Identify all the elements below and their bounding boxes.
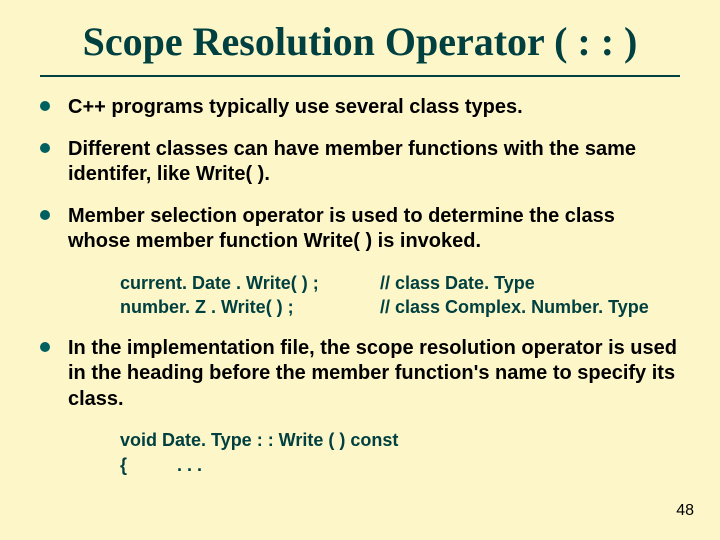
code-line: {. . . [120, 453, 680, 477]
slide-title: Scope Resolution Operator ( : : ) [40, 18, 680, 77]
code-example-2: void Date. Type : : Write ( ) const {. .… [120, 428, 680, 477]
bullet-dot-icon [40, 101, 50, 111]
code-line: number. Z . Write( ) ; // class Complex.… [120, 295, 680, 319]
code-comment: // class Complex. Number. Type [380, 295, 680, 319]
bullet-dot-icon [40, 143, 50, 153]
bullet-2: Different classes can have member functi… [40, 137, 680, 188]
code-example-1: current. Date . Write( ) ; // class Date… [120, 271, 680, 320]
bullet-text: C++ programs typically use several class… [68, 95, 523, 121]
bullet-text: In the implementation file, the scope re… [68, 336, 680, 413]
code-line: current. Date . Write( ) ; // class Date… [120, 271, 680, 295]
bullet-3: Member selection operator is used to det… [40, 204, 680, 255]
code-left: number. Z . Write( ) ; [120, 295, 380, 319]
bullet-1: C++ programs typically use several class… [40, 95, 680, 121]
page-number: 48 [676, 502, 694, 520]
bullet-text: Different classes can have member functi… [68, 137, 680, 188]
bullet-dot-icon [40, 210, 50, 220]
code-comment: // class Date. Type [380, 271, 680, 295]
bullet-dot-icon [40, 342, 50, 352]
bullet-text: Member selection operator is used to det… [68, 204, 680, 255]
bullet-4: In the implementation file, the scope re… [40, 336, 680, 413]
code-line: void Date. Type : : Write ( ) const [120, 428, 680, 452]
code-left: current. Date . Write( ) ; [120, 271, 380, 295]
